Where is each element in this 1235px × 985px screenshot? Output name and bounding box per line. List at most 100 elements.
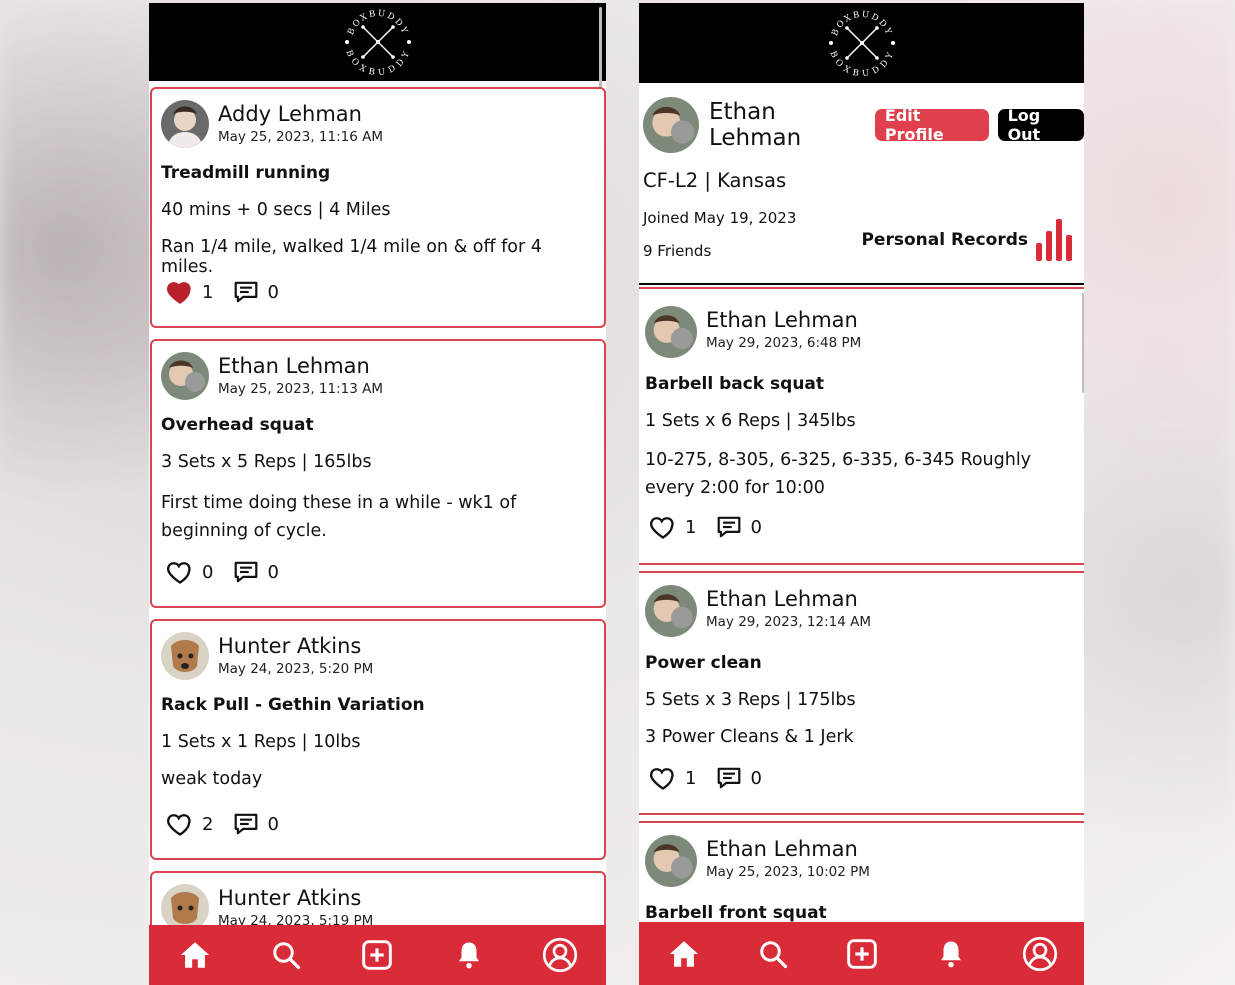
author-name[interactable]: Ethan Lehman [706,837,870,861]
post-card[interactable]: Ethan Lehman May 29, 2023, 6:48 PM Barbe… [639,295,1084,563]
heart-filled-icon [166,278,194,306]
like-button[interactable]: 2 [166,810,213,838]
workout-title: Overhead squat [161,415,314,435]
boxbuddy-logo: BOXBUDDY BOXBUDDY [828,10,896,77]
heart-icon [166,810,194,838]
heart-icon [166,558,194,586]
personal-records-link[interactable]: Personal Records [861,219,1072,261]
post-card[interactable]: Ethan Lehman May 29, 2023, 12:14 AM Powe… [639,574,1084,814]
workout-note: Ran 1/4 mile, walked 1/4 mile on & off f… [161,237,542,277]
workout-note: 3 Power Cleans & 1 Jerk [645,727,854,747]
friends-count[interactable]: 9 Friends [643,242,711,260]
comment-button[interactable]: 0 [233,811,279,837]
svg-text:BOXBUDDY: BOXBUDDY [830,10,894,38]
app-header: BOXBUDDY BOXBUDDY [149,3,606,81]
post-card[interactable]: Ethan Lehman May 25, 2023, 11:13 AM Over… [150,339,606,608]
profile-subtitle: CF-L2 | Kansas [643,169,787,192]
comment-count: 0 [267,561,279,583]
like-button[interactable]: 0 [166,558,213,586]
svg-text:BOXBUDDY: BOXBUDDY [344,49,412,76]
comment-count: 0 [750,516,762,538]
search-tab[interactable] [266,935,306,975]
home-tab[interactable] [664,934,704,974]
profile-header: Ethan Lehman Edit Profile Log Out [643,97,1084,153]
post-date: May 29, 2023, 6:48 PM [706,335,862,351]
post-card[interactable]: Ethan Lehman May 25, 2023, 10:02 PM Barb… [639,824,1084,924]
bottom-tab-bar [639,922,1084,985]
boxbuddy-logo: BOXBUDDY BOXBUDDY [344,9,412,76]
workout-note: weak today [161,769,263,789]
like-button[interactable]: 1 [166,278,213,306]
comment-count: 0 [267,281,279,303]
like-button[interactable]: 1 [649,513,696,541]
add-post-tab[interactable] [842,934,882,974]
author-name[interactable]: Addy Lehman [218,102,383,126]
workout-title: Treadmill running [161,163,331,183]
comment-icon [716,765,742,791]
profile-name: Ethan Lehman [709,99,802,151]
author-name[interactable]: Ethan Lehman [706,308,861,332]
post-card[interactable]: Hunter Atkins May 24, 2023, 5:20 PM Rack… [150,619,606,860]
post-date: May 24, 2023, 5:20 PM [218,661,374,677]
avatar[interactable] [161,352,209,400]
personal-records-label: Personal Records [861,230,1028,250]
bottom-tab-bar [149,925,606,985]
profile-icon [1022,936,1057,971]
workout-metric: 3 Sets x 5 Reps | 165lbs [161,452,372,472]
profile-tab[interactable] [540,935,580,975]
comment-count: 0 [267,813,279,835]
workout-metric: 1 Sets x 6 Reps | 345lbs [645,411,856,431]
workout-title: Barbell back squat [645,374,825,394]
avatar[interactable] [161,100,209,148]
comment-count: 0 [750,767,762,789]
home-tab[interactable] [175,935,215,975]
add-post-icon [362,940,393,970]
app-header: BOXBUDDY BOXBUDDY [639,3,1084,83]
post-card[interactable]: Addy Lehman May 25, 2023, 11:16 AM Tread… [150,87,606,328]
home-icon [669,940,698,967]
workout-note: 10-275, 8-305, 6-325, 6-335, 6-345 Rough… [645,450,1032,498]
avatar[interactable] [645,585,697,637]
like-button[interactable]: 1 [649,764,696,792]
post-date: May 25, 2023, 11:13 AM [218,381,383,397]
author-name[interactable]: Ethan Lehman [218,354,383,378]
comment-button[interactable]: 0 [716,765,762,791]
author-name[interactable]: Ethan Lehman [706,587,871,611]
workout-metric: 5 Sets x 3 Reps | 175lbs [645,690,856,710]
like-count: 2 [202,813,214,835]
like-count: 1 [685,767,697,789]
workout-title: Rack Pull - Gethin Variation [161,695,425,715]
avatar[interactable] [645,306,697,358]
notifications-tab[interactable] [449,935,489,975]
notifications-icon [458,942,479,969]
avatar[interactable] [645,835,697,887]
post-separator [639,563,1084,573]
bar-chart-icon [1036,219,1072,261]
author-name[interactable]: Hunter Atkins [218,634,373,658]
post-separator [639,813,1084,823]
log-out-button[interactable]: Log Out [997,106,1084,144]
edit-profile-button[interactable]: Edit Profile [874,106,989,144]
like-count: 0 [202,561,214,583]
profile-avatar[interactable] [643,97,699,153]
profile-icon [543,937,578,973]
svg-text:BOXBUDDY: BOXBUDDY [346,9,410,37]
notifications-tab[interactable] [931,934,971,974]
comment-button[interactable]: 0 [233,279,279,305]
workout-title: Power clean [645,653,762,673]
workout-metric: 1 Sets x 1 Reps | 10lbs [161,732,361,752]
add-post-tab[interactable] [357,935,397,975]
add-post-icon [846,938,877,969]
notifications-icon [940,941,961,967]
comment-button[interactable]: 0 [716,514,762,540]
profile-tab[interactable] [1020,934,1060,974]
svg-text:BOXBUDDY: BOXBUDDY [828,50,896,77]
comment-button[interactable]: 0 [233,559,279,585]
search-tab[interactable] [753,934,793,974]
like-count: 1 [202,281,214,303]
avatar[interactable] [161,632,209,680]
comment-icon [233,279,259,305]
heart-icon [649,764,677,792]
author-name[interactable]: Hunter Atkins [218,886,373,910]
profile-screen: BOXBUDDY BOXBUDDY Ethan Lehman Edit Prof… [639,3,1084,985]
